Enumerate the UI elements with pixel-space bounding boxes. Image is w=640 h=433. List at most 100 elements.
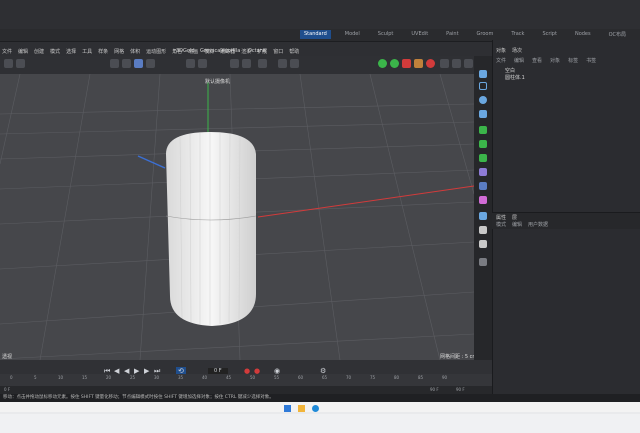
windows-start-icon[interactable] bbox=[284, 405, 291, 412]
tab-attributes[interactable]: 属性 bbox=[496, 214, 506, 221]
redo-icon[interactable] bbox=[16, 59, 25, 68]
tick-85: 85 bbox=[418, 375, 424, 380]
cube-icon[interactable] bbox=[479, 70, 487, 78]
layout-tab-nodes[interactable]: Nodes bbox=[571, 30, 595, 39]
octane-material-icon[interactable] bbox=[426, 59, 435, 68]
x-axis-line bbox=[257, 185, 474, 218]
object-item-cylinder[interactable]: 圆柱体.1 bbox=[505, 74, 525, 81]
plugin-3dgold-label[interactable]: 3DGold bbox=[176, 48, 195, 54]
object-manager-menu: 文件 编辑 查看 对象 标签 书签 bbox=[496, 57, 596, 64]
tick-25: 25 bbox=[130, 375, 136, 380]
bend-icon[interactable] bbox=[479, 182, 487, 190]
layout-tab-standard[interactable]: Standard bbox=[300, 30, 331, 39]
z-axis-line bbox=[137, 155, 166, 169]
om-menu-objects[interactable]: 对象 bbox=[550, 57, 560, 64]
camera-label[interactable]: 默认摄像机 bbox=[205, 78, 230, 85]
attribute-menu: 模式 编辑 用户数据 bbox=[496, 221, 548, 228]
tick-20: 20 bbox=[106, 375, 112, 380]
sphere-icon[interactable] bbox=[479, 96, 487, 104]
cylinder-object[interactable] bbox=[165, 132, 257, 326]
tick-65: 65 bbox=[322, 375, 328, 380]
tick-5: 5 bbox=[34, 375, 37, 380]
paint-tool-icon[interactable] bbox=[479, 258, 487, 266]
cloner-icon[interactable] bbox=[479, 126, 487, 134]
undo-icon[interactable] bbox=[4, 59, 13, 68]
edge-icon[interactable] bbox=[312, 405, 319, 412]
layout-tabs: Standard Model Sculpt UVEdit Paint Groom… bbox=[300, 30, 630, 39]
tick-50: 50 bbox=[250, 375, 256, 380]
text-icon[interactable] bbox=[479, 110, 487, 118]
tick-70: 70 bbox=[346, 375, 352, 380]
effector-icon[interactable] bbox=[479, 154, 487, 162]
rotate-tool-icon[interactable] bbox=[122, 59, 131, 68]
tab-layers[interactable]: 层 bbox=[512, 214, 517, 221]
om-menu-bookmarks[interactable]: 书签 bbox=[586, 57, 596, 64]
layout-tab-model[interactable]: Model bbox=[341, 30, 364, 39]
select-tool-icon[interactable] bbox=[146, 59, 155, 68]
layout-tab-script[interactable]: Script bbox=[538, 30, 561, 39]
layout-tab-oc[interactable]: OC布局 bbox=[605, 30, 630, 39]
current-frame-label: 0 F bbox=[4, 387, 11, 392]
fracture-icon[interactable] bbox=[479, 140, 487, 148]
model-mode-icon[interactable] bbox=[186, 59, 195, 68]
attr-menu-userdata[interactable]: 用户数据 bbox=[528, 221, 548, 228]
octane-live-icon[interactable] bbox=[378, 59, 387, 68]
tick-75: 75 bbox=[370, 375, 376, 380]
move-tool-icon[interactable] bbox=[110, 59, 119, 68]
screen: Standard Model Sculpt UVEdit Paint Groom… bbox=[0, 0, 640, 412]
grid-spacing-label: 网格间距 : 5 cm bbox=[440, 354, 478, 360]
scale-tool-icon[interactable] bbox=[134, 59, 143, 68]
attribute-tabs: 属性 层 bbox=[496, 214, 517, 221]
snap-icon[interactable] bbox=[290, 59, 299, 68]
octane-settings-icon[interactable] bbox=[414, 59, 423, 68]
tick-90: 90 bbox=[442, 375, 448, 380]
attr-menu-mode[interactable]: 模式 bbox=[496, 221, 506, 228]
tick-80: 80 bbox=[394, 375, 400, 380]
scene-icon[interactable] bbox=[479, 196, 487, 204]
light-tool-icon[interactable] bbox=[479, 226, 487, 234]
plugin-octane-label[interactable]: Octane bbox=[248, 48, 266, 54]
plugin-greyscalegorilla-label[interactable]: Greyscalegorilla bbox=[200, 48, 240, 54]
octane-stop-icon[interactable] bbox=[402, 59, 411, 68]
object-item-null[interactable]: 空白 bbox=[505, 67, 515, 74]
layout-tab-track[interactable]: Track bbox=[507, 30, 528, 39]
deformer-icon[interactable] bbox=[479, 168, 487, 176]
layout-tab-groom[interactable]: Groom bbox=[473, 30, 498, 39]
om-menu-edit[interactable]: 编辑 bbox=[514, 57, 524, 64]
points-mode-icon[interactable] bbox=[198, 59, 207, 68]
end-frame-label-2: 90 F bbox=[456, 387, 465, 392]
om-menu-tags[interactable]: 标签 bbox=[568, 57, 578, 64]
object-icon[interactable] bbox=[278, 59, 287, 68]
monitor-bezel-bottom bbox=[0, 414, 640, 433]
render-icon[interactable] bbox=[230, 59, 239, 68]
environment-icon[interactable] bbox=[464, 59, 473, 68]
viewport-scene bbox=[0, 74, 474, 360]
om-menu-view[interactable]: 查看 bbox=[532, 57, 542, 64]
tab-objects[interactable]: 对象 bbox=[496, 47, 506, 54]
frame-range-bar[interactable] bbox=[0, 386, 492, 394]
end-frame-label: 90 F bbox=[430, 387, 439, 392]
layout-tab-sculpt[interactable]: Sculpt bbox=[374, 30, 398, 39]
light-icon[interactable] bbox=[440, 59, 449, 68]
attr-menu-edit[interactable]: 编辑 bbox=[512, 221, 522, 228]
tick-40: 40 bbox=[202, 375, 208, 380]
pen-icon[interactable] bbox=[479, 82, 487, 90]
view-label: 透视 bbox=[2, 354, 13, 360]
tab-takes[interactable]: 场次 bbox=[512, 47, 522, 54]
tick-10: 10 bbox=[58, 375, 64, 380]
camera-icon[interactable] bbox=[452, 59, 461, 68]
tick-45: 45 bbox=[226, 375, 232, 380]
render-view-icon[interactable] bbox=[242, 59, 251, 68]
octane-render-icon[interactable] bbox=[390, 59, 399, 68]
om-menu-file[interactable]: 文件 bbox=[496, 57, 506, 64]
layout-tab-paint[interactable]: Paint bbox=[442, 30, 462, 39]
file-explorer-icon[interactable] bbox=[298, 405, 305, 412]
layout-tab-uvedit[interactable]: UVEdit bbox=[407, 30, 432, 39]
tick-35: 35 bbox=[178, 375, 184, 380]
tick-15: 15 bbox=[82, 375, 88, 380]
sky-icon[interactable] bbox=[479, 240, 487, 248]
camera-tool-icon[interactable] bbox=[479, 212, 487, 220]
3d-viewport[interactable] bbox=[0, 74, 474, 360]
render-settings-icon[interactable] bbox=[258, 59, 267, 68]
tick-0: 0 bbox=[10, 375, 13, 380]
